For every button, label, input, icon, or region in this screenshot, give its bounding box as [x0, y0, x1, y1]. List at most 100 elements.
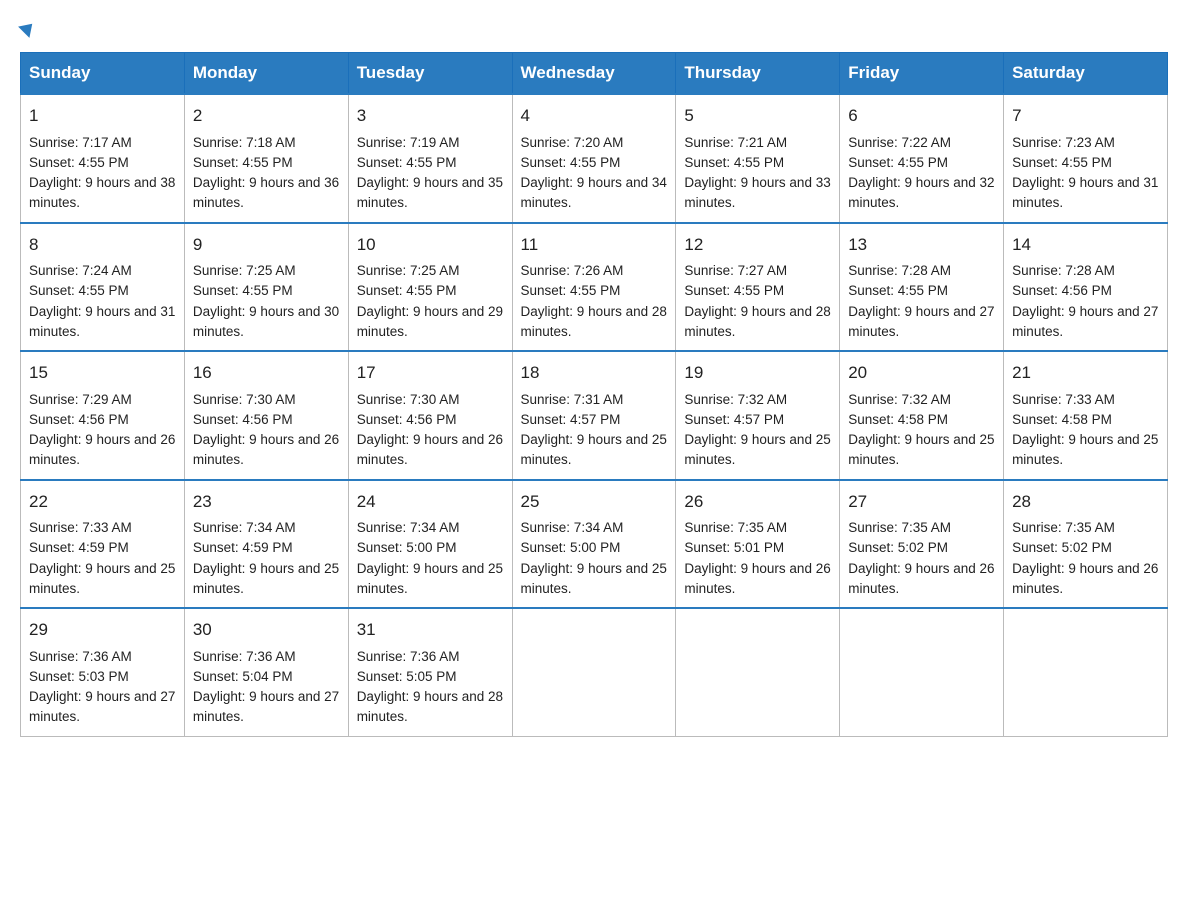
calendar-cell: 3 Sunrise: 7:19 AM Sunset: 4:55 PM Dayli…: [348, 94, 512, 223]
sunrise-label: Sunrise: 7:21 AM: [684, 135, 787, 150]
sunrise-label: Sunrise: 7:26 AM: [521, 263, 624, 278]
daylight-label: Daylight: 9 hours and 25 minutes.: [1012, 432, 1158, 467]
calendar-cell: 13 Sunrise: 7:28 AM Sunset: 4:55 PM Dayl…: [840, 223, 1004, 352]
day-header-saturday: Saturday: [1004, 53, 1168, 95]
calendar-cell: 23 Sunrise: 7:34 AM Sunset: 4:59 PM Dayl…: [184, 480, 348, 609]
sunrise-label: Sunrise: 7:24 AM: [29, 263, 132, 278]
sunset-label: Sunset: 4:55 PM: [684, 155, 784, 170]
calendar-cell: [512, 608, 676, 736]
calendar-cell: 25 Sunrise: 7:34 AM Sunset: 5:00 PM Dayl…: [512, 480, 676, 609]
sunrise-label: Sunrise: 7:34 AM: [521, 520, 624, 535]
calendar-week-row: 15 Sunrise: 7:29 AM Sunset: 4:56 PM Dayl…: [21, 351, 1168, 480]
sunset-label: Sunset: 4:55 PM: [521, 283, 621, 298]
sunrise-label: Sunrise: 7:34 AM: [193, 520, 296, 535]
daylight-label: Daylight: 9 hours and 29 minutes.: [357, 304, 503, 339]
calendar-cell: [676, 608, 840, 736]
logo-triangle-icon: [18, 18, 38, 38]
sunrise-label: Sunrise: 7:33 AM: [29, 520, 132, 535]
daylight-label: Daylight: 9 hours and 25 minutes.: [357, 561, 503, 596]
day-number: 4: [521, 103, 668, 129]
day-number: 3: [357, 103, 504, 129]
day-number: 15: [29, 360, 176, 386]
daylight-label: Daylight: 9 hours and 27 minutes.: [848, 304, 994, 339]
sunrise-label: Sunrise: 7:32 AM: [684, 392, 787, 407]
calendar-table: SundayMondayTuesdayWednesdayThursdayFrid…: [20, 52, 1168, 737]
day-number: 31: [357, 617, 504, 643]
calendar-cell: 8 Sunrise: 7:24 AM Sunset: 4:55 PM Dayli…: [21, 223, 185, 352]
sunrise-label: Sunrise: 7:28 AM: [848, 263, 951, 278]
sunrise-label: Sunrise: 7:23 AM: [1012, 135, 1115, 150]
sunrise-label: Sunrise: 7:32 AM: [848, 392, 951, 407]
daylight-label: Daylight: 9 hours and 27 minutes.: [29, 689, 175, 724]
calendar-cell: 1 Sunrise: 7:17 AM Sunset: 4:55 PM Dayli…: [21, 94, 185, 223]
calendar-cell: 18 Sunrise: 7:31 AM Sunset: 4:57 PM Dayl…: [512, 351, 676, 480]
daylight-label: Daylight: 9 hours and 26 minutes.: [684, 561, 830, 596]
daylight-label: Daylight: 9 hours and 26 minutes.: [848, 561, 994, 596]
sunrise-label: Sunrise: 7:22 AM: [848, 135, 951, 150]
daylight-label: Daylight: 9 hours and 25 minutes.: [521, 561, 667, 596]
day-number: 22: [29, 489, 176, 515]
daylight-label: Daylight: 9 hours and 25 minutes.: [29, 561, 175, 596]
sunrise-label: Sunrise: 7:25 AM: [357, 263, 460, 278]
sunrise-label: Sunrise: 7:35 AM: [1012, 520, 1115, 535]
daylight-label: Daylight: 9 hours and 28 minutes.: [521, 304, 667, 339]
sunset-label: Sunset: 4:59 PM: [29, 540, 129, 555]
sunset-label: Sunset: 4:57 PM: [684, 412, 784, 427]
calendar-cell: 28 Sunrise: 7:35 AM Sunset: 5:02 PM Dayl…: [1004, 480, 1168, 609]
calendar-week-row: 1 Sunrise: 7:17 AM Sunset: 4:55 PM Dayli…: [21, 94, 1168, 223]
calendar-cell: 12 Sunrise: 7:27 AM Sunset: 4:55 PM Dayl…: [676, 223, 840, 352]
calendar-cell: 15 Sunrise: 7:29 AM Sunset: 4:56 PM Dayl…: [21, 351, 185, 480]
day-header-sunday: Sunday: [21, 53, 185, 95]
day-number: 2: [193, 103, 340, 129]
sunrise-label: Sunrise: 7:31 AM: [521, 392, 624, 407]
sunset-label: Sunset: 4:55 PM: [193, 283, 293, 298]
calendar-week-row: 8 Sunrise: 7:24 AM Sunset: 4:55 PM Dayli…: [21, 223, 1168, 352]
day-number: 27: [848, 489, 995, 515]
calendar-cell: 2 Sunrise: 7:18 AM Sunset: 4:55 PM Dayli…: [184, 94, 348, 223]
calendar-cell: 7 Sunrise: 7:23 AM Sunset: 4:55 PM Dayli…: [1004, 94, 1168, 223]
calendar-cell: 21 Sunrise: 7:33 AM Sunset: 4:58 PM Dayl…: [1004, 351, 1168, 480]
day-number: 6: [848, 103, 995, 129]
sunrise-label: Sunrise: 7:36 AM: [357, 649, 460, 664]
daylight-label: Daylight: 9 hours and 25 minutes.: [684, 432, 830, 467]
day-number: 14: [1012, 232, 1159, 258]
calendar-cell: 24 Sunrise: 7:34 AM Sunset: 5:00 PM Dayl…: [348, 480, 512, 609]
calendar-cell: 27 Sunrise: 7:35 AM Sunset: 5:02 PM Dayl…: [840, 480, 1004, 609]
day-number: 18: [521, 360, 668, 386]
sunrise-label: Sunrise: 7:35 AM: [684, 520, 787, 535]
day-number: 9: [193, 232, 340, 258]
day-header-wednesday: Wednesday: [512, 53, 676, 95]
day-number: 11: [521, 232, 668, 258]
daylight-label: Daylight: 9 hours and 26 minutes.: [357, 432, 503, 467]
sunrise-label: Sunrise: 7:35 AM: [848, 520, 951, 535]
sunset-label: Sunset: 4:55 PM: [1012, 155, 1112, 170]
sunrise-label: Sunrise: 7:36 AM: [29, 649, 132, 664]
daylight-label: Daylight: 9 hours and 28 minutes.: [684, 304, 830, 339]
sunrise-label: Sunrise: 7:30 AM: [357, 392, 460, 407]
sunset-label: Sunset: 5:03 PM: [29, 669, 129, 684]
day-number: 26: [684, 489, 831, 515]
calendar-cell: 20 Sunrise: 7:32 AM Sunset: 4:58 PM Dayl…: [840, 351, 1004, 480]
calendar-cell: 16 Sunrise: 7:30 AM Sunset: 4:56 PM Dayl…: [184, 351, 348, 480]
sunset-label: Sunset: 4:55 PM: [521, 155, 621, 170]
day-number: 19: [684, 360, 831, 386]
daylight-label: Daylight: 9 hours and 27 minutes.: [1012, 304, 1158, 339]
sunset-label: Sunset: 4:56 PM: [1012, 283, 1112, 298]
day-number: 17: [357, 360, 504, 386]
daylight-label: Daylight: 9 hours and 35 minutes.: [357, 175, 503, 210]
sunset-label: Sunset: 5:00 PM: [521, 540, 621, 555]
sunrise-label: Sunrise: 7:18 AM: [193, 135, 296, 150]
sunrise-label: Sunrise: 7:30 AM: [193, 392, 296, 407]
calendar-cell: 19 Sunrise: 7:32 AM Sunset: 4:57 PM Dayl…: [676, 351, 840, 480]
sunset-label: Sunset: 5:01 PM: [684, 540, 784, 555]
sunset-label: Sunset: 4:57 PM: [521, 412, 621, 427]
sunset-label: Sunset: 4:55 PM: [848, 283, 948, 298]
calendar-cell: 11 Sunrise: 7:26 AM Sunset: 4:55 PM Dayl…: [512, 223, 676, 352]
calendar-cell: 10 Sunrise: 7:25 AM Sunset: 4:55 PM Dayl…: [348, 223, 512, 352]
day-header-friday: Friday: [840, 53, 1004, 95]
sunrise-label: Sunrise: 7:17 AM: [29, 135, 132, 150]
calendar-cell: 17 Sunrise: 7:30 AM Sunset: 4:56 PM Dayl…: [348, 351, 512, 480]
day-number: 21: [1012, 360, 1159, 386]
daylight-label: Daylight: 9 hours and 36 minutes.: [193, 175, 339, 210]
calendar-cell: 14 Sunrise: 7:28 AM Sunset: 4:56 PM Dayl…: [1004, 223, 1168, 352]
